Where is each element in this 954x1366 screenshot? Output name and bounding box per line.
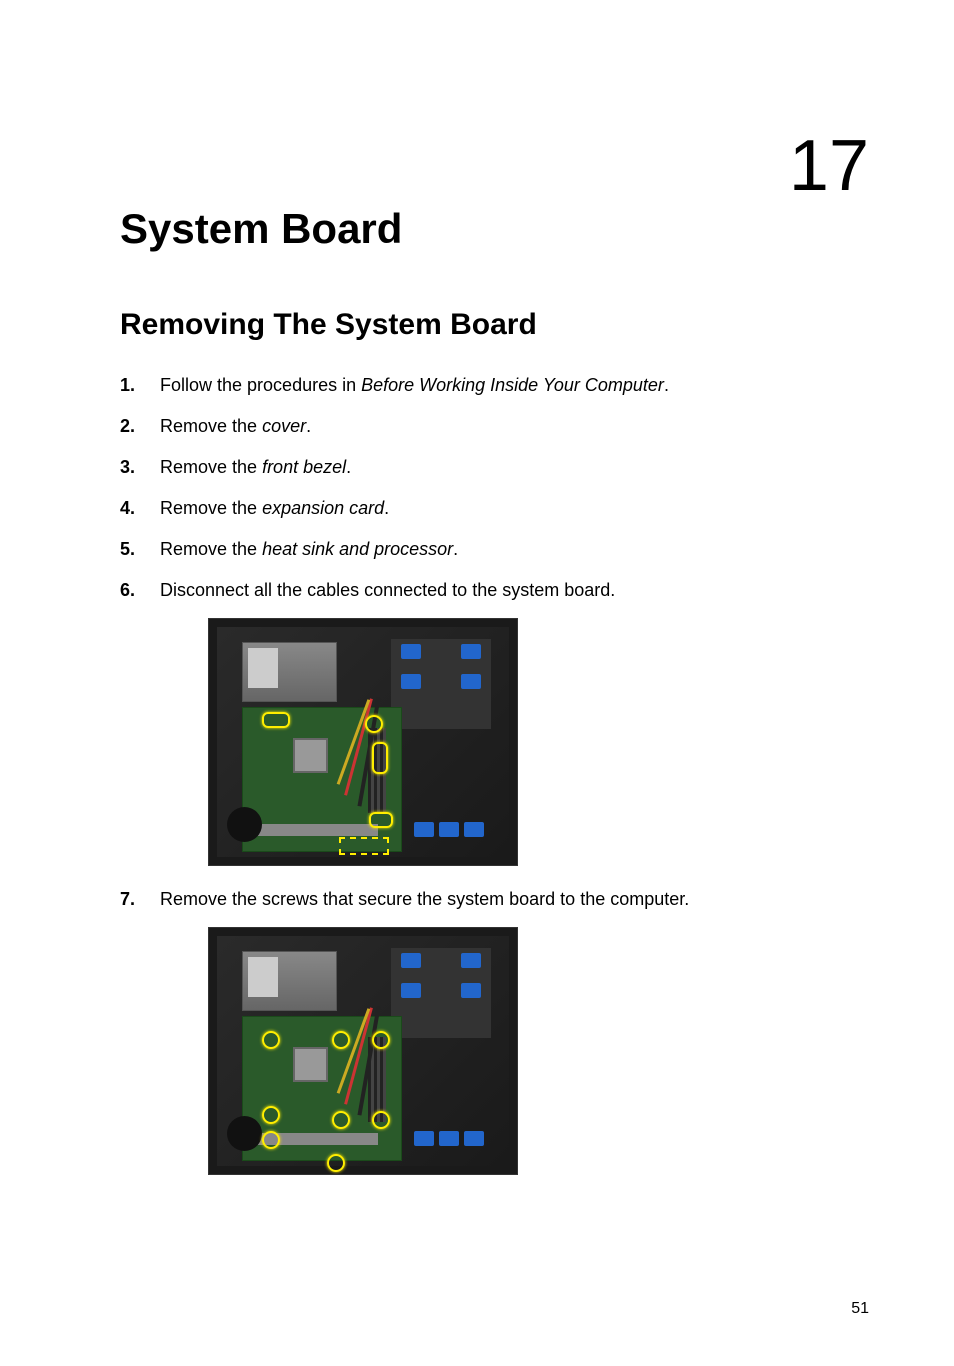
step-item: 4. Remove the expansion card. [120, 495, 869, 522]
step-italic: expansion card [262, 498, 384, 518]
step-number: 3. [120, 454, 160, 481]
step-text: Remove the screws that secure the system… [160, 886, 869, 913]
page-number: 51 [851, 1300, 869, 1318]
step-item: 3. Remove the front bezel. [120, 454, 869, 481]
figure-cable-disconnect [208, 618, 518, 866]
step-text: Follow the procedures in Before Working … [160, 372, 869, 399]
step-number: 7. [120, 886, 160, 913]
step-prefix: Remove the screws that secure the system… [160, 889, 689, 909]
step-italic: heat sink and processor [262, 539, 453, 559]
figure-screw-removal [208, 927, 518, 1175]
step-number: 6. [120, 577, 160, 604]
step-item: 5. Remove the heat sink and processor. [120, 536, 869, 563]
step-number: 4. [120, 495, 160, 522]
step-item: 2. Remove the cover. [120, 413, 869, 440]
chapter-number: 17 [789, 125, 869, 207]
step-text: Remove the front bezel. [160, 454, 869, 481]
step-italic: front bezel [262, 457, 346, 477]
step-number: 2. [120, 413, 160, 440]
step-suffix: . [384, 498, 389, 518]
step-prefix: Remove the [160, 498, 262, 518]
step-suffix: . [306, 416, 311, 436]
step-italic: Before Working Inside Your Computer [361, 375, 664, 395]
step-number: 1. [120, 372, 160, 399]
step-number: 5. [120, 536, 160, 563]
step-prefix: Follow the procedures in [160, 375, 361, 395]
step-suffix: . [453, 539, 458, 559]
step-list-continued: 7. Remove the screws that secure the sys… [120, 886, 869, 913]
section-title: Removing The System Board [120, 308, 869, 342]
step-prefix: Remove the [160, 457, 262, 477]
step-list: 1. Follow the procedures in Before Worki… [120, 372, 869, 604]
step-text: Remove the expansion card. [160, 495, 869, 522]
step-prefix: Remove the [160, 416, 262, 436]
chapter-title: System Board [120, 205, 869, 253]
step-item: 1. Follow the procedures in Before Worki… [120, 372, 869, 399]
step-prefix: Disconnect all the cables connected to t… [160, 580, 615, 600]
step-item: 6. Disconnect all the cables connected t… [120, 577, 869, 604]
step-prefix: Remove the [160, 539, 262, 559]
step-suffix: . [346, 457, 351, 477]
step-text: Disconnect all the cables connected to t… [160, 577, 869, 604]
step-italic: cover [262, 416, 306, 436]
step-item: 7. Remove the screws that secure the sys… [120, 886, 869, 913]
step-text: Remove the cover. [160, 413, 869, 440]
step-text: Remove the heat sink and processor. [160, 536, 869, 563]
step-suffix: . [664, 375, 669, 395]
